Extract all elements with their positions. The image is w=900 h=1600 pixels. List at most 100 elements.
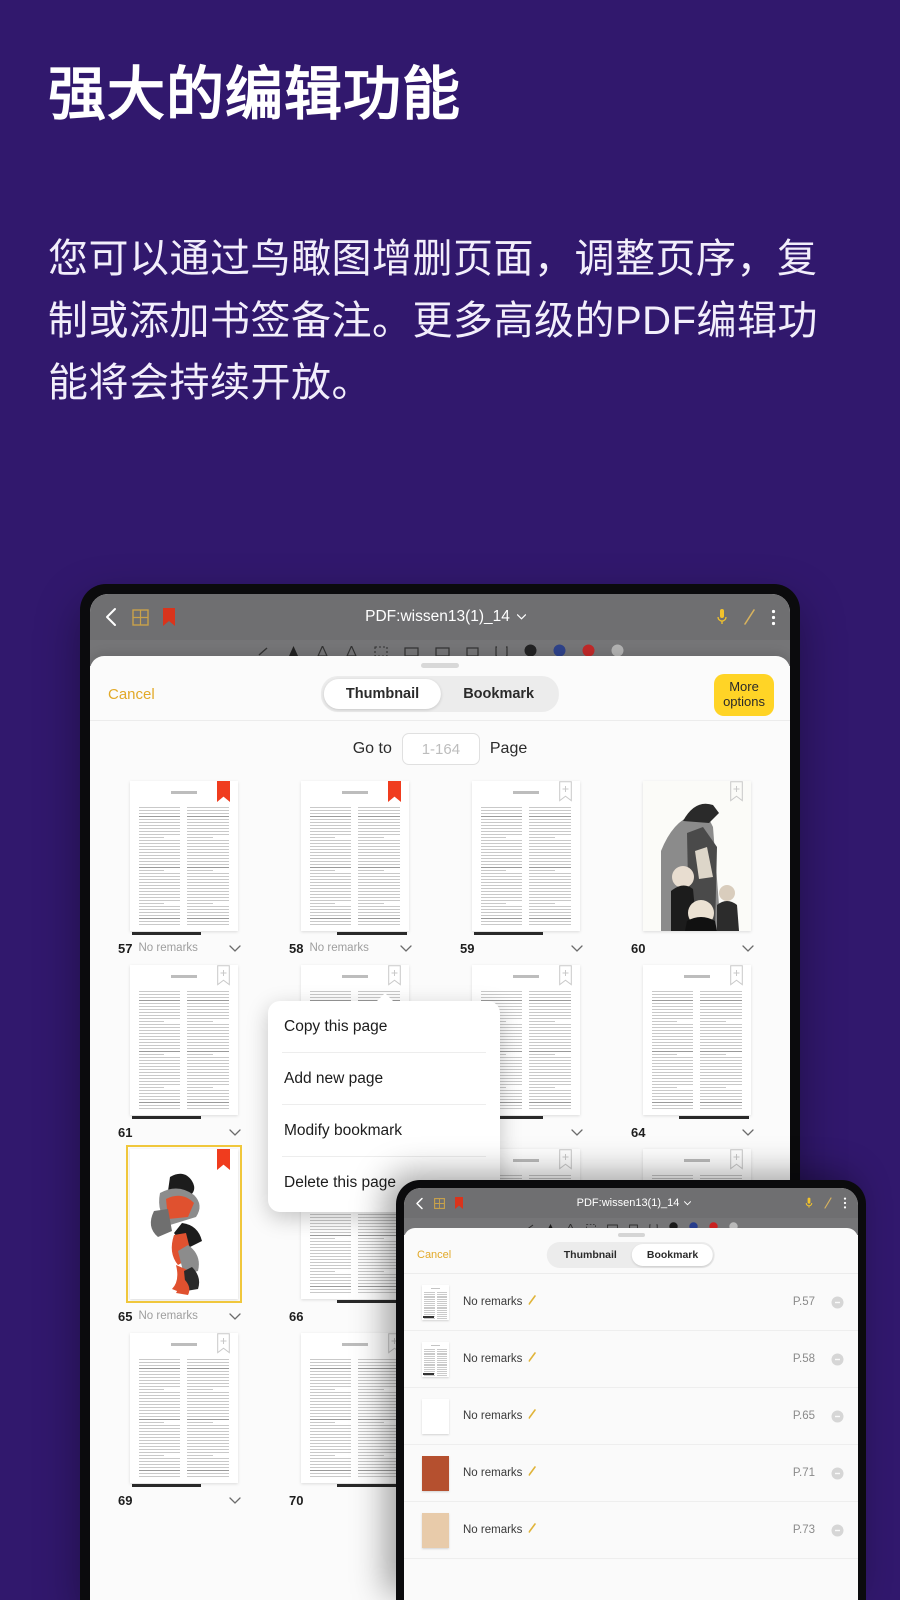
overflow-menu-icon-overlay[interactable] — [843, 1197, 847, 1209]
bookmark-row[interactable]: No remarks P.57 — [404, 1274, 858, 1331]
goto-page-row: Go to 1-164 Page — [90, 721, 790, 777]
page-number: 57 — [118, 940, 133, 956]
page-thumbnail[interactable] — [125, 1145, 242, 1303]
add-bookmark-icon[interactable] — [387, 965, 401, 986]
page-thumbnail[interactable] — [642, 781, 751, 931]
remove-bookmark-icon[interactable] — [831, 1467, 844, 1480]
tab-bookmark-overlay[interactable]: Bookmark — [631, 1244, 714, 1266]
menu-item-modify-bookmark[interactable]: Modify bookmark — [268, 1105, 500, 1156]
page-number: 65 — [118, 1308, 133, 1324]
page-thumbnail[interactable] — [471, 781, 580, 935]
page-number: 58 — [289, 940, 304, 956]
add-bookmark-icon[interactable] — [729, 1149, 743, 1170]
edit-pencil-icon[interactable] — [527, 1466, 537, 1480]
bookmark-page-number: P.71 — [792, 1467, 815, 1479]
add-bookmark-icon[interactable] — [729, 965, 743, 986]
page-menu-chevron-icon[interactable] — [229, 941, 241, 955]
bookmark-thumbnail — [422, 1284, 449, 1320]
bookmark-title: No remarks — [463, 1523, 537, 1537]
bookmark-thumbnail — [422, 1455, 449, 1491]
view-mode-tabs-overlay[interactable]: Thumbnail Bookmark — [546, 1242, 716, 1268]
page-thumbnail[interactable] — [129, 1333, 238, 1487]
page-menu-chevron-icon[interactable] — [571, 1125, 583, 1139]
page-thumbnail[interactable] — [300, 1333, 409, 1487]
page-menu-chevron-icon[interactable] — [571, 941, 583, 955]
back-icon[interactable] — [104, 607, 118, 627]
edit-pencil-icon[interactable] — [527, 1409, 537, 1423]
tab-thumbnail[interactable]: Thumbnail — [323, 679, 442, 709]
add-bookmark-icon[interactable] — [216, 965, 230, 986]
add-bookmark-icon[interactable] — [558, 781, 572, 802]
back-icon-overlay[interactable] — [415, 1197, 424, 1210]
remove-bookmark-icon[interactable] — [831, 1353, 844, 1366]
page-menu-chevron-icon[interactable] — [229, 1493, 241, 1507]
document-title-text: PDF:wissen13(1)_14 — [365, 608, 510, 625]
page-menu-chevron-icon[interactable] — [229, 1309, 241, 1323]
bookmark-row[interactable]: No remarks P.65 — [404, 1388, 858, 1445]
page-thumbnail[interactable] — [642, 965, 751, 1119]
overflow-menu-icon[interactable] — [771, 609, 776, 626]
bookmark-title-text: No remarks — [463, 1524, 523, 1536]
add-bookmark-icon[interactable] — [558, 1149, 572, 1170]
page-number: 70 — [289, 1492, 304, 1508]
page-number: 64 — [631, 1124, 646, 1140]
bookmark-icon-overlay[interactable] — [455, 1197, 463, 1209]
page-label-row: 59 — [454, 931, 597, 965]
bookmark-title-text: No remarks — [463, 1353, 523, 1365]
edit-pencil-icon[interactable] — [527, 1295, 537, 1309]
microphone-icon[interactable] — [716, 608, 728, 626]
bookmark-icon[interactable] — [163, 608, 175, 626]
more-options-badge[interactable]: More options — [714, 674, 774, 716]
page-label-row: 57 No remarks — [112, 931, 255, 965]
cancel-button[interactable]: Cancel — [108, 686, 155, 703]
menu-item-copy-page[interactable]: Copy this page — [268, 1001, 500, 1052]
bookmark-row[interactable]: No remarks P.58 — [404, 1331, 858, 1388]
page-thumbnail[interactable] — [129, 781, 238, 935]
document-title[interactable]: PDF:wissen13(1)_14 — [365, 608, 526, 626]
add-bookmark-icon[interactable] — [216, 1333, 230, 1354]
pen-icon-overlay[interactable] — [823, 1197, 833, 1209]
menu-item-add-page[interactable]: Add new page — [268, 1053, 500, 1104]
tab-bookmark[interactable]: Bookmark — [441, 679, 556, 709]
add-bookmark-icon[interactable] — [558, 965, 572, 986]
page-menu-chevron-icon[interactable] — [742, 941, 754, 955]
page-menu-chevron-icon[interactable] — [400, 941, 412, 955]
bookmark-row[interactable]: No remarks P.71 — [404, 1445, 858, 1502]
view-mode-tabs[interactable]: Thumbnail Bookmark — [320, 676, 560, 712]
remove-bookmark-icon[interactable] — [831, 1524, 844, 1537]
page-label-row: 65 No remarks — [112, 1299, 255, 1333]
remove-bookmark-icon[interactable] — [831, 1296, 844, 1309]
document-title-overlay-text: PDF:wissen13(1)_14 — [576, 1197, 680, 1209]
page-thumbnail[interactable] — [300, 781, 409, 935]
app-top-bar-overlay: PDF:wissen13(1)_14 — [404, 1188, 858, 1218]
page-thumbnail[interactable] — [129, 965, 238, 1119]
grid-icon[interactable] — [132, 608, 149, 626]
grid-icon-overlay[interactable] — [434, 1197, 445, 1209]
more-options-line-2: options — [723, 693, 765, 709]
thumbnail-cell: 58 No remarks — [283, 781, 426, 965]
bookmark-flag-icon[interactable] — [216, 781, 230, 802]
cancel-button-overlay[interactable]: Cancel — [417, 1249, 451, 1261]
edit-pencil-icon[interactable] — [527, 1352, 537, 1366]
remove-bookmark-icon[interactable] — [831, 1410, 844, 1423]
page-menu-chevron-icon[interactable] — [229, 1125, 241, 1139]
document-title-overlay[interactable]: PDF:wissen13(1)_14 — [577, 1197, 692, 1209]
bookmark-flag-icon[interactable] — [387, 781, 401, 802]
page-menu-chevron-icon[interactable] — [742, 1125, 754, 1139]
goto-page-input[interactable]: 1-164 — [401, 733, 480, 765]
tab-thumbnail-overlay[interactable]: Thumbnail — [549, 1244, 632, 1266]
edit-pencil-icon[interactable] — [527, 1523, 537, 1537]
bookmark-thumbnail — [422, 1341, 449, 1377]
phone-screen-overlay: PDF:wissen13(1)_14 Cancel Thumbnail Book… — [404, 1188, 858, 1600]
thumbnail-cell: 69 — [112, 1333, 255, 1517]
bookmark-row[interactable]: No remarks P.73 — [404, 1502, 858, 1559]
page-label-row: 61 — [112, 1115, 255, 1149]
bookmark-flag-icon[interactable] — [216, 1149, 230, 1170]
page-label-row: 60 — [625, 931, 768, 965]
microphone-icon-overlay[interactable] — [805, 1197, 813, 1209]
add-bookmark-icon[interactable] — [729, 781, 743, 802]
thumbnail-cell: 57 No remarks — [112, 781, 255, 965]
phone-device-overlay: PDF:wissen13(1)_14 Cancel Thumbnail Book… — [396, 1180, 866, 1600]
pen-icon[interactable] — [742, 608, 757, 626]
bookmark-page-number: P.73 — [792, 1524, 815, 1536]
